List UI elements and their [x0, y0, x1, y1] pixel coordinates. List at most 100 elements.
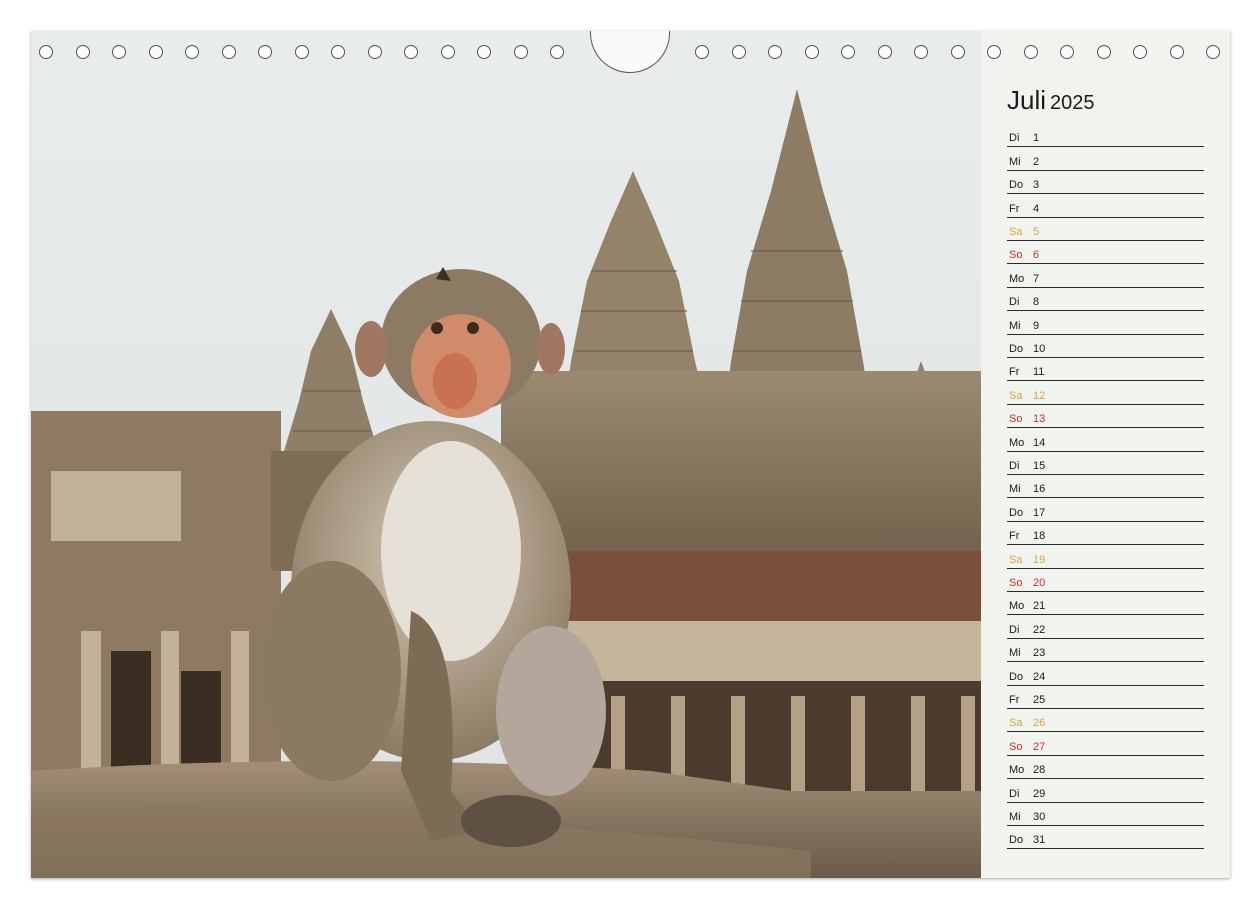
binding-hole — [404, 45, 418, 59]
weekday-label: Sa — [1009, 389, 1023, 402]
day-number: 14 — [1033, 436, 1046, 449]
day-number: 24 — [1033, 670, 1046, 683]
binding-hole — [477, 45, 491, 59]
weekday-label: Mi — [1009, 810, 1021, 823]
weekday-label: Sa — [1009, 553, 1023, 566]
day-number: 19 — [1033, 553, 1046, 566]
binding-hole — [294, 45, 309, 59]
hanger-cutout — [590, 31, 670, 73]
day-number: 1 — [1033, 132, 1040, 145]
day-row: Do 17 — [1007, 498, 1204, 522]
binding-hole — [75, 45, 90, 59]
day-number: 11 — [1033, 366, 1045, 379]
binding-hole — [1023, 45, 1038, 59]
day-number: 31 — [1033, 834, 1046, 847]
calendar-panel: Juli 2025 Di 1 Mi 2 Do 3 Fr 4 Sa 5 So 6 Mo 7 Di 8 Mi 9 Do 10… — [981, 31, 1230, 878]
day-row: Fr 4 — [1007, 194, 1204, 218]
day-number: 23 — [1033, 647, 1046, 660]
day-number: 25 — [1033, 693, 1046, 706]
weekday-label: So — [1009, 249, 1023, 262]
day-number: 27 — [1033, 740, 1046, 753]
day-row: Sa 12 — [1007, 381, 1204, 405]
month-title: Juli 2025 — [1007, 85, 1095, 116]
day-row: Mi 2 — [1007, 147, 1204, 171]
weekday-label: Sa — [1009, 225, 1023, 238]
day-number: 21 — [1033, 600, 1046, 613]
day-number: 12 — [1033, 389, 1046, 402]
day-row: Do 24 — [1007, 662, 1204, 686]
binding-hole — [331, 45, 345, 59]
day-row: Di 1 — [1007, 124, 1204, 148]
day-row: Di 22 — [1007, 615, 1204, 639]
binding-hole — [258, 45, 272, 59]
binding-hole — [804, 45, 819, 59]
day-row: Sa 19 — [1007, 545, 1204, 569]
day-row: Do 3 — [1007, 171, 1204, 195]
binding-hole — [1060, 45, 1074, 59]
day-row: So 6 — [1007, 241, 1204, 265]
weekday-label: So — [1009, 576, 1023, 589]
weekday-label: Mo — [1009, 764, 1025, 777]
day-number: 3 — [1033, 179, 1040, 192]
day-row: So 27 — [1007, 732, 1204, 756]
day-number: 30 — [1033, 810, 1046, 823]
day-number: 9 — [1033, 319, 1040, 332]
binding-hole — [987, 45, 1001, 59]
weekday-label: Do — [1009, 834, 1024, 847]
day-row: Mo 7 — [1007, 264, 1204, 288]
binding-hole — [877, 45, 892, 59]
binding-hole — [695, 45, 709, 59]
weekday-label: Di — [1009, 623, 1020, 636]
binding-hole — [221, 45, 236, 59]
day-number: 6 — [1033, 249, 1040, 262]
day-number: 29 — [1033, 787, 1046, 800]
binding-hole — [731, 45, 746, 59]
day-number: 10 — [1033, 342, 1046, 355]
binding-hole — [1206, 45, 1220, 59]
binding-holes — [31, 31, 1230, 73]
day-number: 2 — [1033, 155, 1040, 168]
day-row: Mi 16 — [1007, 475, 1204, 499]
day-row: Sa 5 — [1007, 218, 1204, 241]
binding-hole — [440, 45, 455, 59]
day-number: 13 — [1033, 413, 1046, 426]
weekday-label: Mi — [1009, 319, 1021, 332]
binding-hole — [39, 45, 53, 59]
weekday-label: Fr — [1009, 202, 1020, 215]
weekday-label: Mi — [1009, 647, 1021, 660]
day-number: 8 — [1033, 296, 1040, 309]
day-row: Fr 18 — [1007, 522, 1204, 546]
binding-hole — [148, 45, 163, 59]
binding-hole — [1096, 45, 1111, 59]
weekday-label: Do — [1009, 342, 1024, 355]
binding-hole — [513, 45, 528, 59]
day-row: Di 8 — [1007, 288, 1204, 312]
weekday-label: Di — [1009, 459, 1020, 472]
binding-hole — [185, 45, 199, 59]
month-photo — [31, 31, 981, 878]
binding-hole — [112, 45, 126, 59]
weekday-label: Di — [1009, 132, 1020, 145]
day-number: 5 — [1033, 225, 1040, 238]
weekday-label: Fr — [1009, 693, 1020, 706]
weekday-label: Mo — [1009, 436, 1025, 449]
weekday-label: Sa — [1009, 717, 1023, 730]
day-row: Di 15 — [1007, 452, 1204, 475]
day-row: Fr 25 — [1007, 686, 1204, 709]
weekday-label: Mi — [1009, 155, 1021, 168]
weekday-label: Do — [1009, 670, 1024, 683]
binding-hole — [1169, 45, 1184, 59]
day-number: 18 — [1033, 530, 1046, 543]
day-number: 22 — [1033, 623, 1046, 636]
weekday-label: Do — [1009, 179, 1024, 192]
day-number: 4 — [1033, 202, 1040, 215]
month-name: Juli — [1007, 85, 1047, 115]
day-row: Fr 11 — [1007, 358, 1204, 382]
binding-hole — [914, 45, 928, 59]
binding-hole — [367, 45, 382, 59]
weekday-label: Di — [1009, 787, 1020, 800]
binding-hole — [768, 45, 782, 59]
day-number: 17 — [1033, 506, 1046, 519]
day-row: Mi 9 — [1007, 311, 1204, 335]
weekday-label: Fr — [1009, 366, 1020, 379]
